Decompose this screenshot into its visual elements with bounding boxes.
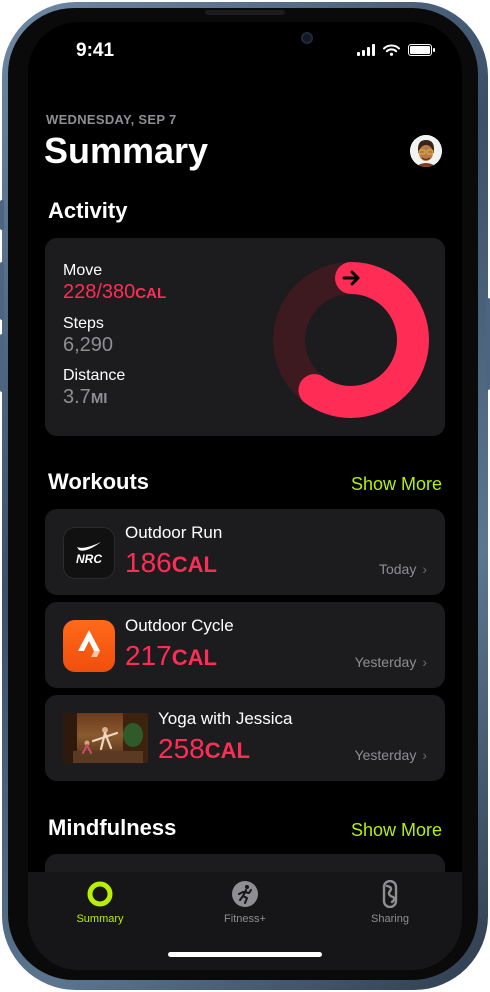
speaker-grille: [205, 10, 285, 15]
workout-card-outdoor-run[interactable]: NRC Outdoor Run 186CAL Today ›: [45, 509, 445, 595]
activity-card[interactable]: Move 228/380CAL Steps 6,290 Distance 3.7…: [45, 238, 445, 436]
cellular-signal-icon: [357, 44, 375, 56]
workouts-section-title: Workouts: [48, 469, 150, 494]
steps-label: Steps: [63, 315, 104, 332]
volume-up-button: [0, 262, 4, 320]
tab-summary[interactable]: Summary: [50, 880, 150, 925]
move-ring: [273, 262, 429, 418]
workout-calories: 186CAL: [125, 547, 217, 578]
workouts-show-more-link[interactable]: Show More: [351, 474, 442, 495]
workout-name: Outdoor Run: [125, 523, 223, 542]
front-camera: [301, 32, 313, 44]
activity-section-title: Activity: [48, 198, 128, 223]
chevron-right-icon: ›: [422, 561, 427, 577]
chevron-right-icon: ›: [422, 747, 427, 763]
mindfulness-show-more-link[interactable]: Show More: [351, 820, 442, 841]
steps-value: 6,290: [63, 334, 114, 356]
workout-calories: 217CAL: [125, 640, 217, 671]
workout-date: Yesterday ›: [354, 747, 427, 763]
nrc-logo-text: NRC: [76, 552, 102, 566]
notch: [155, 22, 335, 60]
date-label: WEDNESDAY, SEP 7: [46, 112, 177, 127]
activity-ring-icon: [87, 881, 113, 907]
distance-value: 3.7MI: [63, 386, 108, 408]
tab-summary-label: Summary: [76, 913, 124, 925]
tab-fitness-plus-label: Fitness+: [224, 913, 266, 925]
chevron-right-icon: ›: [422, 654, 427, 670]
workout-name: Yoga with Jessica: [158, 709, 293, 728]
workout-name: Outdoor Cycle: [125, 616, 234, 635]
wifi-icon: [383, 44, 400, 56]
mute-switch: [0, 200, 4, 230]
yoga-thumbnail: [63, 713, 148, 763]
power-button: [486, 298, 490, 390]
workout-date: Yesterday ›: [354, 654, 427, 670]
workout-card-outdoor-cycle[interactable]: Outdoor Cycle 217CAL Yesterday ›: [45, 602, 445, 688]
distance-label: Distance: [63, 367, 126, 384]
workout-card-yoga[interactable]: Yoga with Jessica 258CAL Yesterday ›: [45, 695, 445, 781]
move-label: Move: [63, 262, 103, 279]
workout-calories: 258CAL: [158, 733, 250, 764]
nrc-logo-icon: NRC: [63, 527, 115, 579]
avatar[interactable]: [410, 135, 442, 167]
runner-icon: [232, 881, 258, 907]
page-title: Summary: [44, 130, 209, 171]
screen: 9:41 WEDNESDAY, SEP 7 Summary Activity M…: [28, 22, 462, 970]
move-value: 228/380CAL: [63, 281, 167, 303]
status-icons: [357, 44, 435, 56]
status-time: 9:41: [76, 40, 115, 61]
strava-logo-icon: [63, 620, 115, 672]
memoji-avatar-icon: [410, 135, 442, 167]
sharing-icon: [382, 880, 398, 908]
mindfulness-section-title: Mindfulness: [48, 815, 177, 840]
tab-sharing-label: Sharing: [371, 913, 409, 925]
tab-fitness-plus[interactable]: Fitness+: [195, 880, 295, 925]
volume-down-button: [0, 334, 4, 392]
home-indicator: [168, 952, 322, 957]
workout-date: Today ›: [378, 561, 427, 577]
battery-icon: [408, 44, 435, 56]
tab-sharing[interactable]: Sharing: [340, 880, 440, 925]
